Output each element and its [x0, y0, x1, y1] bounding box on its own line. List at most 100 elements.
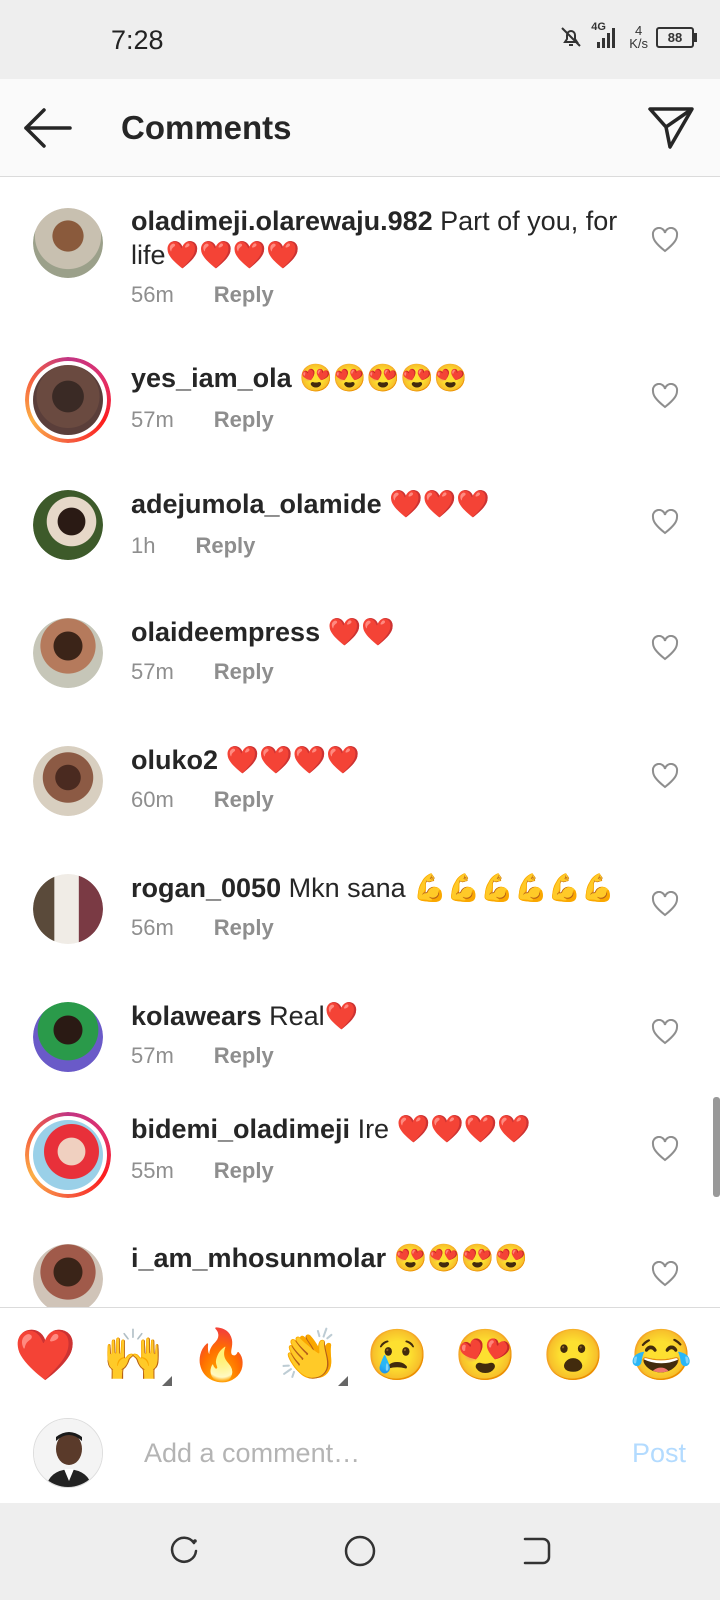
avatar[interactable]: [33, 490, 103, 560]
avatar-story-ring[interactable]: [25, 357, 111, 443]
comment-username[interactable]: oluko2: [131, 745, 218, 775]
status-bar: 7:28 4G 4 K/s 88: [0, 0, 720, 79]
comment-username[interactable]: olaideempress: [131, 617, 320, 647]
avatar[interactable]: [33, 618, 103, 688]
emoji-crying[interactable]: 😢: [366, 1324, 428, 1386]
emoji-quick-bar: ❤️ 🙌 🔥 👏 😢 😍 😮 😂: [0, 1307, 720, 1404]
like-heart-icon[interactable]: [651, 635, 679, 661]
comment-username[interactable]: adejumola_olamide: [131, 489, 382, 519]
comment-username[interactable]: rogan_0050: [131, 873, 281, 903]
emoji-heart-eyes[interactable]: 😍: [454, 1324, 516, 1386]
like-heart-icon[interactable]: [651, 227, 679, 253]
battery-level: 88: [667, 29, 683, 45]
signal-icon: 4G: [591, 21, 621, 50]
recents-icon[interactable]: [166, 1533, 202, 1569]
comment-meta: 57m Reply: [131, 1043, 274, 1069]
comment-meta: 56m Reply: [131, 915, 274, 941]
comment-meta: 1h Reply: [131, 533, 255, 559]
comment-meta: 57m Reply: [131, 659, 274, 685]
emoji-raised-hands[interactable]: 🙌: [102, 1324, 172, 1386]
comment-meta: 56m Reply: [131, 282, 274, 308]
comment-text: Mkn sana 💪💪💪💪💪💪: [281, 873, 615, 903]
reply-button[interactable]: Reply: [214, 407, 274, 432]
comment-time: 55m: [131, 1158, 174, 1183]
comment-composer: Post: [0, 1403, 720, 1503]
comment-time: 56m: [131, 915, 174, 940]
avatar[interactable]: [33, 874, 103, 944]
mute-bell-icon: [561, 27, 581, 47]
comment-username[interactable]: oladimeji.olarewaju.982: [131, 206, 433, 236]
like-heart-icon[interactable]: [651, 1019, 679, 1045]
comment-meta: 55m Reply: [131, 1158, 274, 1184]
reply-button[interactable]: Reply: [214, 659, 274, 684]
emoji-heart[interactable]: ❤️: [14, 1324, 76, 1386]
skin-tone-indicator: [338, 1376, 348, 1386]
comment-meta: 60m Reply: [131, 787, 274, 813]
battery-icon: 88: [656, 26, 697, 48]
like-heart-icon[interactable]: [651, 509, 679, 535]
status-icons: 4G 4 K/s 88: [559, 21, 697, 50]
emoji-clapping-glyph: 👏: [278, 1327, 341, 1383]
comment-username[interactable]: i_am_mhosunmolar: [131, 1243, 386, 1273]
emoji-clapping[interactable]: 👏: [278, 1324, 348, 1386]
emoji-fire[interactable]: 🔥: [190, 1324, 252, 1386]
comment-username[interactable]: kolawears: [131, 1001, 262, 1031]
emoji-surprised[interactable]: 😮: [542, 1324, 604, 1386]
comment-body: i_am_mhosunmolar 😍😍😍😍: [131, 1241, 631, 1275]
back-nav-icon[interactable]: [519, 1533, 555, 1569]
avatar[interactable]: [33, 1244, 103, 1307]
skin-tone-indicator: [162, 1376, 172, 1386]
avatar[interactable]: [33, 746, 103, 816]
comment-input[interactable]: [144, 1433, 584, 1473]
reply-button[interactable]: Reply: [214, 282, 274, 307]
reply-button[interactable]: Reply: [214, 787, 274, 812]
speed-unit: K/s: [629, 36, 648, 51]
comment-body: adejumola_olamide ❤️❤️❤️: [131, 487, 631, 521]
comment-text: Ire ❤️❤️❤️❤️: [350, 1114, 532, 1144]
comment-text: 😍😍😍😍😍: [291, 363, 468, 393]
comment-time: 60m: [131, 787, 174, 812]
avatar-story-ring[interactable]: [25, 1112, 111, 1198]
like-heart-icon[interactable]: [651, 763, 679, 789]
home-icon[interactable]: [342, 1533, 378, 1569]
comment-body: bidemi_oladimeji Ire ❤️❤️❤️❤️: [131, 1112, 631, 1146]
reply-button[interactable]: Reply: [214, 1043, 274, 1068]
back-arrow-icon[interactable]: [22, 105, 72, 151]
reply-button[interactable]: Reply: [214, 915, 274, 940]
comment-time: 1h: [131, 533, 156, 558]
comment-meta: 57m Reply: [131, 407, 274, 433]
header: Comments: [0, 79, 720, 177]
comment-list[interactable]: oladimeji.olarewaju.982 Part of you, for…: [0, 177, 720, 1307]
comment-body: yes_iam_ola 😍😍😍😍😍: [131, 361, 631, 395]
like-heart-icon[interactable]: [651, 1261, 679, 1287]
like-heart-icon[interactable]: [651, 1136, 679, 1162]
avatar[interactable]: [33, 208, 103, 278]
comment-text: 😍😍😍😍: [386, 1243, 529, 1273]
comment-body: olaideempress ❤️❤️: [131, 615, 631, 649]
network-speed: 4 K/s: [629, 24, 648, 50]
comment-username[interactable]: yes_iam_ola: [131, 363, 292, 393]
comment-text: Real❤️: [261, 1001, 359, 1031]
comment-time: 57m: [131, 407, 174, 432]
comment-text: ❤️❤️: [320, 617, 395, 647]
like-heart-icon[interactable]: [651, 383, 679, 409]
direct-share-icon[interactable]: [646, 103, 696, 153]
emoji-raised-hands-glyph: 🙌: [102, 1327, 165, 1383]
comment-time: 57m: [131, 659, 174, 684]
comment-text: ❤️❤️❤️: [381, 489, 490, 519]
comment-body: oladimeji.olarewaju.982 Part of you, for…: [131, 204, 631, 272]
page-title: Comments: [121, 109, 292, 146]
emoji-laughing[interactable]: 😂: [630, 1324, 692, 1386]
comment-text: ❤️❤️❤️❤️: [218, 745, 360, 775]
comment-username[interactable]: bidemi_oladimeji: [131, 1114, 350, 1144]
current-user-avatar: [33, 1418, 103, 1488]
avatar[interactable]: [33, 1002, 103, 1072]
reply-button[interactable]: Reply: [195, 533, 255, 558]
comment-time: 57m: [131, 1043, 174, 1068]
post-button[interactable]: Post: [632, 1438, 686, 1469]
like-heart-icon[interactable]: [651, 891, 679, 917]
comment-body: oluko2 ❤️❤️❤️❤️: [131, 743, 631, 777]
scrollbar[interactable]: [713, 1097, 720, 1197]
comment-time: 56m: [131, 282, 174, 307]
reply-button[interactable]: Reply: [214, 1158, 274, 1183]
